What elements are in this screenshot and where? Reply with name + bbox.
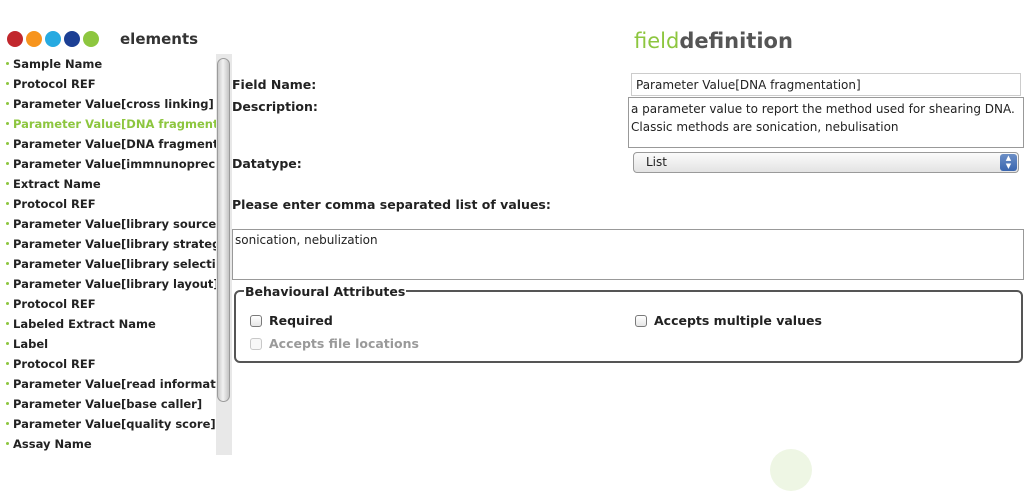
bullet-icon bbox=[6, 62, 9, 65]
field-name-label: Field Name: bbox=[232, 77, 317, 92]
red-dot-icon bbox=[7, 31, 23, 47]
bullet-icon bbox=[6, 302, 9, 305]
decorative-circle bbox=[770, 449, 812, 491]
element-list-item[interactable]: Label bbox=[0, 334, 216, 354]
elements-panel: elements Sample Name Protocol REF Paramete… bbox=[0, 0, 232, 455]
color-dots bbox=[7, 31, 99, 47]
bullet-icon bbox=[6, 182, 9, 185]
elements-title: elements bbox=[120, 30, 199, 48]
bullet-icon bbox=[6, 442, 9, 445]
element-list-item[interactable]: Parameter Value[read information] bbox=[0, 374, 216, 394]
element-list-item[interactable]: Parameter Value[quality score] bbox=[0, 414, 216, 434]
bullet-icon bbox=[6, 162, 9, 165]
required-option[interactable]: Required bbox=[250, 313, 333, 328]
element-list-item-label: Extract Name bbox=[13, 177, 101, 191]
logo-field-text: field bbox=[634, 29, 680, 53]
select-arrows-icon: ▲ ▼ bbox=[1000, 154, 1017, 171]
field-definition-logo: fielddefinition bbox=[634, 29, 793, 53]
element-list-item[interactable]: Parameter Value[immnunoprecipitation ant… bbox=[0, 154, 216, 174]
element-list-item-label: Parameter Value[library selection] bbox=[13, 257, 216, 271]
element-list-item[interactable]: Protocol REF bbox=[0, 354, 216, 374]
lightblue-dot-icon bbox=[45, 31, 61, 47]
multiple-values-checkbox[interactable] bbox=[635, 314, 647, 327]
bullet-icon bbox=[6, 222, 9, 225]
element-list-item-label: Parameter Value[DNA fragmentation] bbox=[13, 117, 216, 131]
logo-definition-text: definition bbox=[679, 29, 793, 53]
element-list-item-label: Protocol REF bbox=[13, 197, 96, 211]
datatype-label: Datatype: bbox=[232, 156, 302, 171]
values-textarea[interactable]: sonication, nebulization bbox=[232, 229, 1024, 280]
element-list-item-label: Parameter Value[immnunoprecipitation ant… bbox=[13, 157, 216, 171]
element-list-item-label: Protocol REF bbox=[13, 357, 96, 371]
bullet-icon bbox=[6, 362, 9, 365]
element-list-item-label: Parameter Value[library source] bbox=[13, 217, 216, 231]
element-list-item[interactable]: Protocol REF bbox=[0, 294, 216, 314]
element-list-item[interactable]: Parameter Value[cross linking] bbox=[0, 94, 216, 114]
element-list-item[interactable]: Parameter Value[library strategy] bbox=[0, 234, 216, 254]
description-textarea[interactable]: a parameter value to report the method u… bbox=[628, 97, 1024, 148]
element-list-item-label: Protocol REF bbox=[13, 297, 96, 311]
element-list-item-label: Parameter Value[library strategy] bbox=[13, 237, 216, 251]
bullet-icon bbox=[6, 202, 9, 205]
element-list-item-label: Parameter Value[base caller] bbox=[13, 397, 203, 411]
element-list-item[interactable]: Parameter Value[library source] bbox=[0, 214, 216, 234]
bullet-icon bbox=[6, 382, 9, 385]
element-list-item-label: Parameter Value[DNA fragment size] bbox=[13, 137, 216, 151]
element-list-item-label: Assay Name bbox=[13, 437, 92, 451]
bullet-icon bbox=[6, 402, 9, 405]
element-list-item-label: Parameter Value[library layout] bbox=[13, 277, 216, 291]
multiple-values-label: Accepts multiple values bbox=[654, 313, 822, 328]
bullet-icon bbox=[6, 322, 9, 325]
element-list-item[interactable]: Parameter Value[library layout] bbox=[0, 274, 216, 294]
file-locations-checkbox bbox=[250, 337, 262, 350]
element-list-item-label: Labeled Extract Name bbox=[13, 317, 156, 331]
bullet-icon bbox=[6, 82, 9, 85]
required-checkbox[interactable] bbox=[250, 314, 262, 327]
field-name-input[interactable] bbox=[631, 73, 1021, 96]
scrollbar-thumb[interactable] bbox=[217, 58, 230, 402]
behaviour-fieldset bbox=[234, 290, 1023, 363]
file-locations-label: Accepts file locations bbox=[269, 336, 419, 351]
element-list-item[interactable]: Sample Name bbox=[0, 54, 216, 74]
element-list-item-label: Parameter Value[cross linking] bbox=[13, 97, 214, 111]
element-list-item[interactable]: Assay Name bbox=[0, 434, 216, 454]
element-list-item[interactable]: Parameter Value[DNA fragment size] bbox=[0, 134, 216, 154]
element-list-item[interactable]: Extract Name bbox=[0, 174, 216, 194]
element-list-item[interactable]: Parameter Value[base caller] bbox=[0, 394, 216, 414]
green-dot-icon bbox=[83, 31, 99, 47]
values-prompt: Please enter comma separated list of val… bbox=[232, 197, 551, 212]
bullet-icon bbox=[6, 242, 9, 245]
bullet-icon bbox=[6, 422, 9, 425]
element-list-item[interactable]: Parameter Value[library selection] bbox=[0, 254, 216, 274]
element-list-item-label: Parameter Value[read information] bbox=[13, 377, 216, 391]
element-list-item-label: Parameter Value[quality score] bbox=[13, 417, 216, 431]
datatype-select[interactable]: List ▲ ▼ bbox=[633, 152, 1019, 173]
element-list-item[interactable]: Parameter Value[DNA fragmentation] bbox=[0, 114, 216, 134]
element-list-item[interactable]: Protocol REF bbox=[0, 194, 216, 214]
element-list-item-label: Sample Name bbox=[13, 57, 103, 71]
bullet-icon bbox=[6, 142, 9, 145]
bullet-icon bbox=[6, 262, 9, 265]
element-list-item[interactable]: Protocol REF bbox=[0, 74, 216, 94]
bullet-icon bbox=[6, 342, 9, 345]
element-list-item[interactable]: Labeled Extract Name bbox=[0, 314, 216, 334]
element-list: Sample Name Protocol REF Parameter Value[c… bbox=[0, 54, 216, 455]
element-list-item-label: Label bbox=[13, 337, 49, 351]
darkblue-dot-icon bbox=[64, 31, 80, 47]
datatype-selected-value: List bbox=[646, 155, 667, 169]
description-label: Description: bbox=[232, 99, 318, 114]
scrollbar-track[interactable] bbox=[216, 54, 232, 455]
orange-dot-icon bbox=[26, 31, 42, 47]
behaviour-legend: Behavioural Attributes bbox=[244, 284, 407, 299]
file-locations-option: Accepts file locations bbox=[250, 336, 419, 351]
bullet-icon bbox=[6, 122, 9, 125]
bullet-icon bbox=[6, 102, 9, 105]
element-list-item-label: Protocol REF bbox=[13, 77, 96, 91]
bullet-icon bbox=[6, 282, 9, 285]
required-label: Required bbox=[269, 313, 333, 328]
multiple-values-option[interactable]: Accepts multiple values bbox=[635, 313, 822, 328]
